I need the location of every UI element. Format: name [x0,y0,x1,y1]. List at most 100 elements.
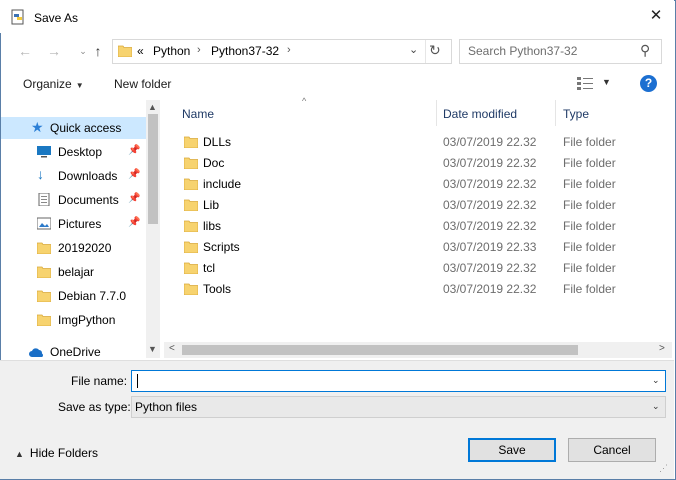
sidebar-scroll-thumb[interactable] [148,114,158,224]
hide-folders-label: Hide Folders [29,446,98,460]
command-bar: Organize ▼ New folder ▼ ? [0,70,674,98]
file-name-input[interactable]: ⌄ [131,370,666,392]
address-divider [425,40,426,63]
download-icon: ↓ [37,166,44,182]
folder-icon [37,314,51,326]
chevron-down-icon[interactable]: ⌄ [652,401,660,412]
file-name-label: File name: [71,374,128,388]
sidebar-item-label: Downloads [58,169,118,183]
breadcrumb-separator-icon[interactable]: › [287,44,291,56]
organize-label: Organize [23,77,72,91]
view-dropdown-icon[interactable]: ▼ [602,77,611,87]
back-arrow-icon[interactable]: ← [16,42,34,60]
column-divider[interactable] [555,100,556,126]
sidebar-item-label: ImgPython [58,313,116,327]
desktop-icon [37,146,51,158]
sidebar-item-documents[interactable]: Documents 📌 [1,189,146,211]
scroll-left-icon[interactable]: < [169,343,175,354]
forward-arrow-icon[interactable]: → [45,42,63,60]
horizontal-scroll-thumb[interactable] [182,345,578,355]
sidebar-item-20192020[interactable]: 20192020 [1,237,146,259]
file-name: Doc [203,156,225,170]
file-type: File folder [563,177,616,191]
close-icon[interactable]: ✕ [648,8,664,24]
table-row[interactable]: include 03/07/2019 22.32 File folder [168,173,668,194]
window-title: Save As [34,11,79,25]
file-date: 03/07/2019 22.33 [443,240,537,254]
organize-button[interactable]: Organize ▼ [23,77,84,91]
chevron-down-icon: ▼ [75,81,84,90]
sidebar-item-belajar[interactable]: belajar [1,261,146,283]
file-type: File folder [563,261,616,275]
folder-icon [184,199,198,211]
folder-icon [118,45,132,57]
save-button[interactable]: Save [468,438,556,462]
navigation-pane: ★ Quick access Desktop 📌 ↓ Downloads 📌 D… [1,100,161,359]
column-header-date[interactable]: Date modified [443,107,517,121]
search-placeholder: Search Python37-32 [468,44,578,58]
address-dropdown-icon[interactable]: ⌄ [409,43,418,56]
view-options-icon[interactable] [576,76,594,90]
file-date: 03/07/2019 22.32 [443,261,537,275]
file-date: 03/07/2019 22.32 [443,177,537,191]
table-row[interactable]: tcl 03/07/2019 22.32 File folder [168,257,668,278]
chevron-down-icon[interactable]: ⌄ [652,375,660,386]
search-icon[interactable]: ⚲ [640,42,650,59]
scroll-up-icon[interactable]: ▲ [148,102,157,112]
hide-folders-button[interactable]: ▲ Hide Folders [15,446,98,460]
file-date: 03/07/2019 22.32 [443,135,537,149]
pin-icon[interactable]: 📌 [128,217,140,228]
pictures-icon [37,217,51,230]
scroll-down-icon[interactable]: ▼ [148,344,157,354]
help-icon[interactable]: ? [640,75,657,92]
up-arrow-icon[interactable]: ↑ [89,42,107,60]
search-box[interactable]: Search Python37-32 ⚲ [459,39,662,64]
table-row[interactable]: libs 03/07/2019 22.32 File folder [168,215,668,236]
folder-icon [184,220,198,232]
file-type: File folder [563,240,616,254]
table-row[interactable]: Scripts 03/07/2019 22.33 File folder [168,236,668,257]
folder-icon [37,290,51,302]
breadcrumb-overflow[interactable]: « [137,44,144,58]
new-folder-button[interactable]: New folder [114,77,171,91]
table-row[interactable]: DLLs 03/07/2019 22.32 File folder [168,131,668,152]
address-bar[interactable]: « Python › Python37-32 › ⌄ ↻ [112,39,452,64]
sidebar-item-quick-access[interactable]: ★ Quick access [1,117,146,139]
pin-icon[interactable]: 📌 [128,169,140,180]
sidebar-item-desktop[interactable]: Desktop 📌 [1,141,146,163]
pin-icon[interactable]: 📌 [128,193,140,204]
sidebar-item-imgpython[interactable]: ImgPython [1,309,146,331]
sidebar-item-label: Desktop [58,145,103,159]
save-as-type-select[interactable]: Python files ⌄ [131,396,666,418]
breadcrumb-separator-icon[interactable]: › [197,44,201,56]
sidebar-item-label: Quick access [50,121,122,135]
file-name: tcl [203,261,215,275]
python-app-icon [11,9,24,25]
resize-grip-icon[interactable]: ⋰ [659,463,668,474]
sidebar-scrollbar[interactable]: ▲ ▼ [146,100,160,358]
table-row[interactable]: Tools 03/07/2019 22.32 File folder [168,278,668,299]
title-bar: Save As ✕ [0,0,674,33]
sidebar-item-debian[interactable]: Debian 7.7.0 [1,285,146,307]
sidebar-item-pictures[interactable]: Pictures 📌 [1,213,146,235]
breadcrumb-python[interactable]: Python [153,44,190,58]
file-name: Lib [203,198,220,212]
table-row[interactable]: Doc 03/07/2019 22.32 File folder [168,152,668,173]
refresh-icon[interactable]: ↻ [429,42,441,59]
column-divider[interactable] [436,100,437,126]
folder-icon [37,266,51,278]
sidebar-item-downloads[interactable]: ↓ Downloads 📌 [1,165,146,187]
file-name: libs [203,219,222,233]
column-header-name[interactable]: Name [182,107,214,121]
file-list-horizontal-scrollbar[interactable]: < > [164,342,672,358]
file-type: File folder [563,135,616,149]
folder-icon [184,136,198,148]
star-icon: ★ [31,119,44,135]
scroll-right-icon[interactable]: > [659,343,665,354]
column-header-type[interactable]: Type [563,107,589,121]
cancel-button[interactable]: Cancel [568,438,656,462]
cloud-icon [29,348,44,357]
table-row[interactable]: Lib 03/07/2019 22.32 File folder [168,194,668,215]
breadcrumb-python37-32[interactable]: Python37-32 [211,44,279,58]
pin-icon[interactable]: 📌 [128,145,140,156]
